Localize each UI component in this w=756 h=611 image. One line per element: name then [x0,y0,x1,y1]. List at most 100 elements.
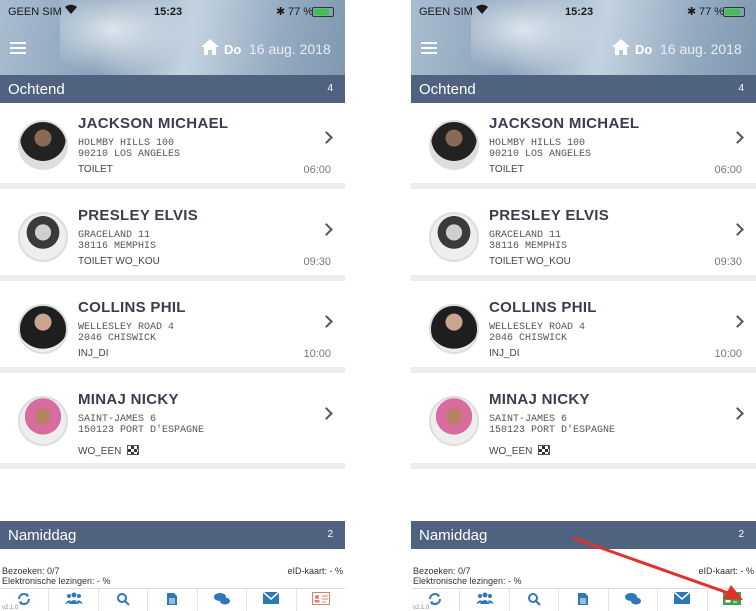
patient-address: GRACELAND 11 38116 MEMPHIS [489,230,568,252]
chevron-right-icon [320,131,333,144]
phone-screen-after: GEEN SIM 15:23 ✱ 77 % Do 16 aug. 2018 Oc… [411,0,756,611]
readings-summary: Elektronische lezingen: - % [413,576,522,586]
status-bar: GEEN SIM 15:23 ✱ 77 % [411,4,756,20]
patient-name: COLLINS PHIL [489,299,597,316]
section-title: Ochtend [419,81,476,98]
patient-name: PRESLEY ELVIS [489,207,610,224]
patient-address: SAINT-JAMES 6 150123 PORT D'ESPAGNE [78,414,205,436]
status-time: 15:23 [565,6,594,18]
envelope-icon [263,592,280,604]
visit-task: INJ_DI [78,348,109,359]
avatar [429,304,479,354]
visit-card[interactable]: COLLINS PHIL WELLESLEY ROAD 4 2046 CHISWI… [411,287,756,373]
avatar [429,396,479,446]
patient-address: SAINT-JAMES 6 150123 PORT D'ESPAGNE [489,414,616,436]
tab-bar: v2.1.0 [0,588,345,611]
date-label[interactable]: 16 aug. 2018 [249,41,331,57]
battery-percent: 77 % [699,6,725,18]
chevron-right-icon [320,407,333,420]
avatar [429,120,479,170]
visit-time: 10:00 [303,348,331,360]
document-icon [167,593,178,605]
visit-task: TOILET [78,164,113,175]
chat-icon [213,593,230,605]
section-morning: Ochtend 4 [411,75,756,103]
home-icon[interactable] [200,38,220,56]
patient-name: PRESLEY ELVIS [78,207,199,224]
patient-address: WELLESLEY ROAD 4 2046 CHISWICK [489,322,586,344]
chevron-right-icon [731,315,744,328]
tab-documents[interactable] [148,589,198,611]
battery-icon [312,7,334,17]
tab-search[interactable] [99,589,149,611]
battery-percent: 77 % [288,6,314,18]
visit-card[interactable]: MINAJ NICKY SAINT-JAMES 6 150123 PORT D'E… [0,379,345,469]
visit-task: INJ_DI [489,348,520,359]
sync-icon [429,593,442,605]
avatar [429,212,479,262]
header: GEEN SIM 15:23 ✱ 77 % Do 16 aug. 2018 [411,0,756,75]
readings-summary: Elektronische lezingen: - % [2,576,111,586]
visits-summary: Bezoeken: 0/7 [2,566,60,576]
tab-chat[interactable] [198,589,248,611]
visit-card[interactable]: PRESLEY ELVIS GRACELAND 11 38116 MEMPHIS … [0,195,345,281]
home-icon[interactable] [611,38,631,56]
visit-card[interactable]: MINAJ NICKY SAINT-JAMES 6 150123 PORT D'E… [411,379,756,469]
annotation-arrow-icon [572,536,743,600]
bluetooth-icon: ✱ [687,6,697,18]
tab-eid[interactable] [297,589,345,611]
carrier-label: GEEN SIM [419,6,473,18]
visit-card[interactable]: PRESLEY ELVIS GRACELAND 11 38116 MEMPHIS … [411,195,756,281]
search-icon [528,593,541,606]
checkered-flag-icon [538,445,551,455]
section-title: Namiddag [8,527,77,544]
avatar [18,304,68,354]
tab-patients[interactable] [49,589,99,611]
phone-screen-before: GEEN SIM 15:23 ✱ 77 % Do 16 aug. 2018 Oc… [0,0,345,611]
visit-time: 09:30 [714,256,742,268]
visit-card[interactable]: JACKSON MICHAEL HOLMBY HILLS 100 90210 LO… [0,103,345,189]
section-count: 4 [327,83,333,94]
tab-sync[interactable]: v2.1.0 [411,589,461,611]
checkered-flag-icon [127,445,140,455]
avatar [18,120,68,170]
chevron-right-icon [731,223,744,236]
battery-icon [723,7,745,17]
wifi-icon [475,4,489,18]
visit-card[interactable]: COLLINS PHIL WELLESLEY ROAD 4 2046 CHISWI… [0,287,345,373]
patient-name: JACKSON MICHAEL [489,115,640,132]
section-count: 2 [327,529,333,540]
visit-time: 06:00 [303,164,331,176]
users-icon [64,592,83,604]
visit-task: TOILET WO_KOU [78,256,160,267]
visit-time: 06:00 [714,164,742,176]
menu-icon[interactable] [421,42,437,54]
avatar [18,396,68,446]
chevron-right-icon [320,223,333,236]
chevron-right-icon [320,315,333,328]
tab-messages[interactable] [247,589,297,611]
status-bar: GEEN SIM 15:23 ✱ 77 % [0,4,345,20]
menu-icon[interactable] [10,42,26,54]
tab-patients[interactable] [460,589,510,611]
section-title: Namiddag [419,527,488,544]
patient-address: WELLESLEY ROAD 4 2046 CHISWICK [78,322,175,344]
wifi-icon [64,4,78,18]
tab-search[interactable] [510,589,560,611]
patient-address: HOLMBY HILLS 100 90210 LOS ANGELES [489,138,592,160]
tab-sync[interactable]: v2.1.0 [0,589,50,611]
section-afternoon: Namiddag 2 [0,521,345,549]
chevron-right-icon [731,407,744,420]
section-count: 4 [738,83,744,94]
header: GEEN SIM 15:23 ✱ 77 % Do 16 aug. 2018 [0,0,345,75]
patient-name: COLLINS PHIL [78,299,186,316]
patient-name: MINAJ NICKY [489,391,590,408]
date-label[interactable]: 16 aug. 2018 [660,41,742,57]
version-label: v2.1.0 [2,605,19,611]
visit-time: 10:00 [714,348,742,360]
visit-card[interactable]: JACKSON MICHAEL HOLMBY HILLS 100 90210 LO… [411,103,756,189]
avatar [18,212,68,262]
carrier-label: GEEN SIM [8,6,62,18]
patient-address: HOLMBY HILLS 100 90210 LOS ANGELES [78,138,181,160]
visit-task: TOILET WO_KOU [489,256,571,267]
